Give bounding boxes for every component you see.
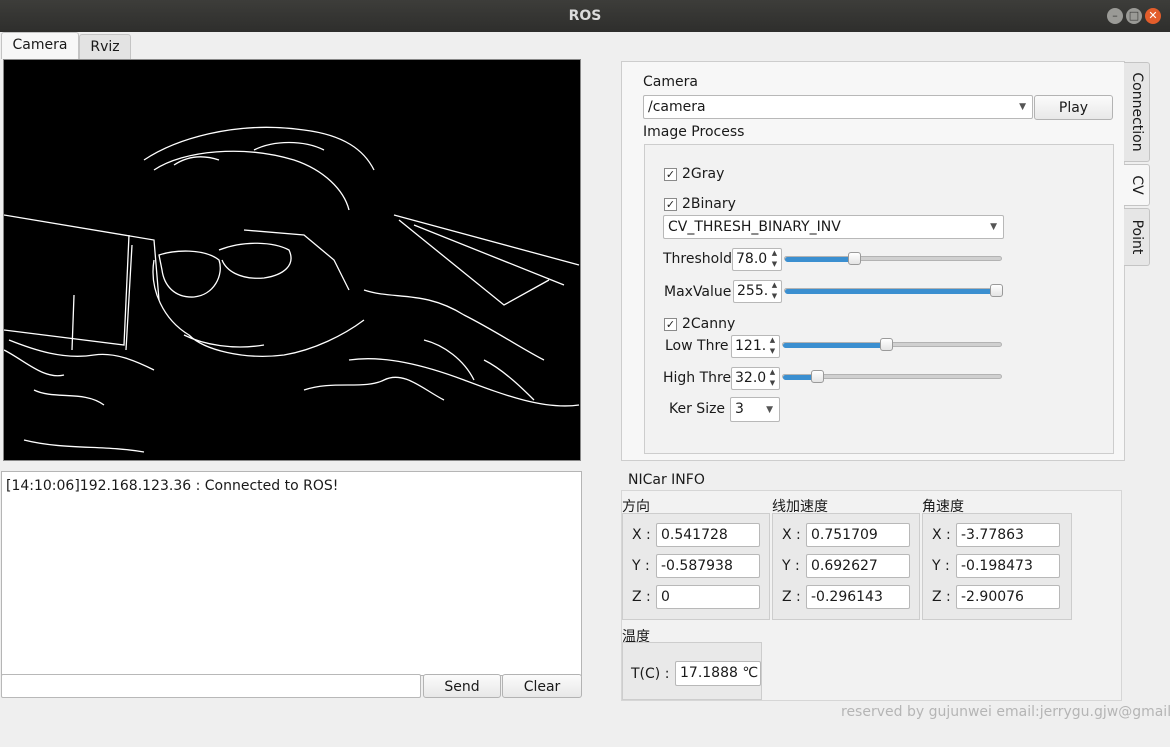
- footer-credit: reserved by gujunwei email:jerrygu.gjw@g…: [841, 704, 1170, 720]
- high-thre-label: High Thre: [663, 370, 732, 386]
- temperature-t-label: T(C) :: [631, 666, 670, 682]
- close-icon[interactable]: ✕: [1145, 8, 1161, 24]
- ker-size-value: 3: [735, 401, 744, 417]
- spin-arrows-icon[interactable]: ▲ ▼: [766, 367, 779, 390]
- binary-checkbox[interactable]: ✓: [664, 198, 677, 211]
- angular-vel-y-label: Y :: [932, 558, 950, 574]
- linear-acc-y-label: Y :: [782, 558, 800, 574]
- threshold-value: 78.0: [736, 251, 768, 267]
- threshold-slider[interactable]: [784, 256, 1002, 262]
- edge-image: [3, 126, 580, 453]
- threshold-slider-handle[interactable]: [847, 252, 861, 265]
- binary-mode-select[interactable]: CV_THRESH_BINARY_INV ▼: [663, 215, 1004, 239]
- spin-arrows-icon[interactable]: ▲ ▼: [766, 335, 779, 358]
- direction-z-label: Z :: [632, 589, 651, 605]
- minimize-icon[interactable]: –: [1107, 8, 1123, 24]
- send-button[interactable]: Send: [423, 674, 501, 698]
- linear-acc-y-field[interactable]: 0.692627: [806, 554, 910, 578]
- direction-z-field[interactable]: 0: [656, 585, 760, 609]
- angular-vel-y-field[interactable]: -0.198473: [956, 554, 1060, 578]
- nicar-title: NICar INFO: [628, 472, 705, 488]
- direction-x-field[interactable]: 0.541728: [656, 523, 760, 547]
- maxvalue-slider[interactable]: [784, 288, 1002, 294]
- direction-y-label: Y :: [632, 558, 650, 574]
- binary-mode-value: CV_THRESH_BINARY_INV: [668, 219, 841, 235]
- linear-acc-x-label: X :: [782, 527, 801, 543]
- check-icon: ✓: [665, 318, 676, 331]
- linear-acc-z-field[interactable]: -0.296143: [806, 585, 910, 609]
- maxvalue-label: MaxValue: [664, 284, 732, 300]
- window-title: ROS: [568, 8, 602, 24]
- low-thre-label: Low Thre: [665, 338, 729, 354]
- angular-vel-x-label: X :: [932, 527, 951, 543]
- tab-cv-label: CV: [1128, 175, 1145, 195]
- low-thre-value: 121.: [735, 338, 767, 354]
- maxvalue-slider-handle[interactable]: [990, 284, 1003, 297]
- threshold-slider-fill: [785, 257, 852, 262]
- tab-point[interactable]: Point: [1124, 208, 1150, 266]
- ker-size-select[interactable]: 3 ▼: [730, 397, 780, 422]
- tab-camera[interactable]: Camera: [1, 32, 79, 59]
- message-input[interactable]: [1, 674, 421, 698]
- threshold-label: Threshold: [663, 251, 732, 267]
- gray-label: 2Gray: [682, 166, 725, 182]
- check-icon: ✓: [665, 198, 676, 211]
- maximize-icon[interactable]: □: [1126, 8, 1142, 24]
- direction-x-label: X :: [632, 527, 651, 543]
- angular-vel-z-field[interactable]: -2.90076: [956, 585, 1060, 609]
- chevron-down-icon: ▼: [990, 222, 997, 232]
- play-button[interactable]: Play: [1034, 95, 1113, 120]
- spin-arrows-icon[interactable]: ▲ ▼: [768, 280, 781, 303]
- clear-button[interactable]: Clear: [502, 674, 582, 698]
- log-view[interactable]: [14:10:06]192.168.123.36 : Connected to …: [1, 471, 582, 676]
- camera-topic-value: /camera: [648, 99, 706, 115]
- angular-vel-z-label: Z :: [932, 589, 951, 605]
- high-thre-value: 32.0: [735, 370, 767, 386]
- gray-checkbox[interactable]: ✓: [664, 168, 677, 181]
- chevron-down-icon: ▼: [1019, 102, 1026, 112]
- direction-y-field[interactable]: -0.587938: [656, 554, 760, 578]
- maxvalue-value: 255.: [737, 283, 769, 299]
- tab-point-label: Point: [1128, 219, 1145, 255]
- linear-acc-x-field[interactable]: 0.751709: [806, 523, 910, 547]
- high-thre-slider-handle[interactable]: [811, 370, 825, 383]
- maxvalue-slider-fill: [785, 289, 1001, 294]
- tab-rviz[interactable]: Rviz: [79, 34, 131, 60]
- binary-label: 2Binary: [682, 196, 736, 212]
- window-titlebar: ROS: [0, 0, 1170, 32]
- canny-label: 2Canny: [682, 316, 736, 332]
- linear-acc-z-label: Z :: [782, 589, 801, 605]
- low-thre-slider-fill: [783, 343, 886, 348]
- low-thre-slider-handle[interactable]: [879, 338, 893, 351]
- chevron-down-icon: ▼: [766, 405, 773, 415]
- image-process-label: Image Process: [643, 124, 745, 140]
- spin-arrows-icon[interactable]: ▲ ▼: [768, 248, 781, 271]
- camera-label: Camera: [643, 74, 698, 90]
- angular-vel-x-field[interactable]: -3.77863: [956, 523, 1060, 547]
- camera-image-view: [3, 59, 581, 461]
- ker-size-label: Ker Size: [669, 401, 726, 417]
- tab-connection-label: Connection: [1128, 72, 1145, 152]
- check-icon: ✓: [665, 168, 676, 181]
- camera-topic-select[interactable]: /camera ▼: [643, 95, 1033, 119]
- temperature-field[interactable]: 17.1888 ℃: [675, 661, 761, 686]
- canny-checkbox[interactable]: ✓: [664, 318, 677, 331]
- log-line: [14:10:06]192.168.123.36 : Connected to …: [6, 478, 339, 494]
- high-thre-slider-fill: [783, 375, 814, 380]
- tab-connection[interactable]: Connection: [1124, 62, 1150, 162]
- tab-cv[interactable]: CV: [1124, 164, 1150, 206]
